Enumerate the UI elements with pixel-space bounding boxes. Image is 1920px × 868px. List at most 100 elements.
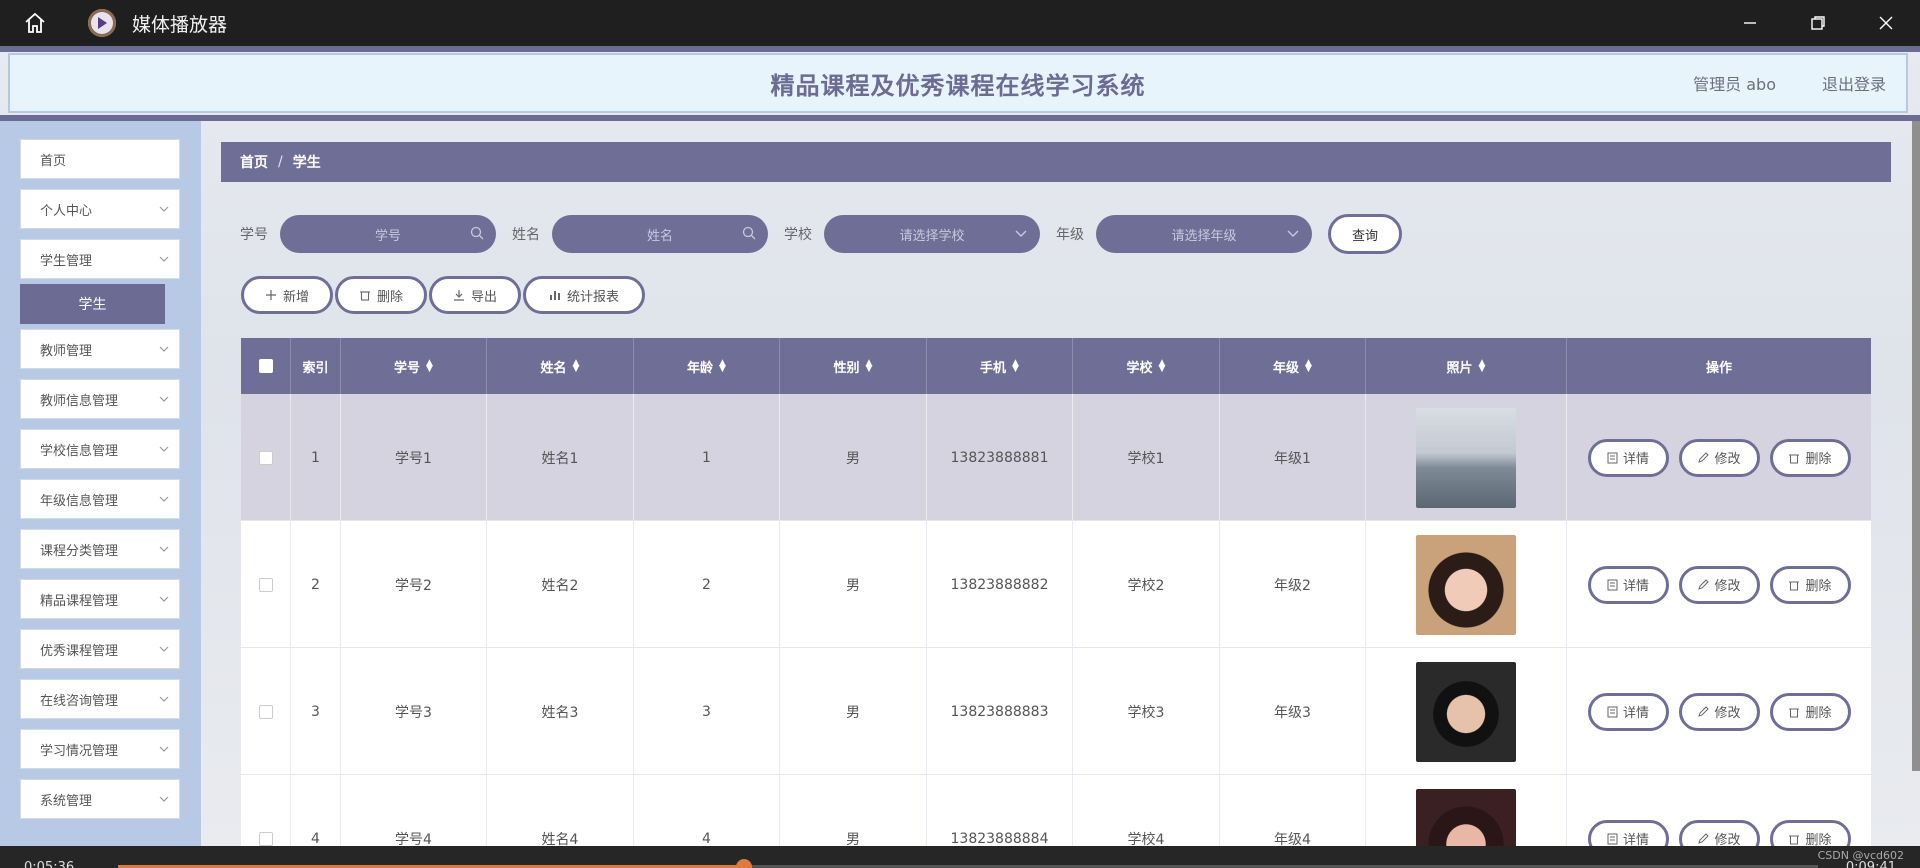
- student-photo[interactable]: [1416, 407, 1516, 508]
- chevron-down-icon: [159, 743, 169, 758]
- select-all-cell[interactable]: [241, 338, 291, 394]
- table-row[interactable]: 2 学号2 姓名2 2 男 13823888882 学校2 年级2 详情 修改 …: [241, 521, 1871, 648]
- chevron-down-icon: [159, 493, 169, 508]
- sidebar-item-teacher-info[interactable]: 教师信息管理: [20, 379, 180, 419]
- sidebar-item-label: 学习情况管理: [40, 743, 119, 759]
- sidebar-item-home[interactable]: 首页: [20, 139, 180, 179]
- row-checkbox[interactable]: [258, 450, 273, 465]
- row-delete-button[interactable]: 删除: [1769, 692, 1851, 731]
- grade-select[interactable]: 请选择年级: [1096, 215, 1312, 253]
- row-delete-button[interactable]: 删除: [1769, 565, 1851, 604]
- detail-button[interactable]: 详情: [1587, 819, 1669, 846]
- col-grade[interactable]: 年级 ▲ ▼: [1220, 338, 1366, 394]
- search-icon: [742, 226, 756, 244]
- plus-icon: [265, 289, 277, 301]
- add-button[interactable]: 新增: [241, 276, 333, 314]
- sort-icon: ▲ ▼: [1305, 358, 1312, 374]
- detail-button[interactable]: 详情: [1587, 565, 1669, 604]
- detail-button[interactable]: 详情: [1587, 692, 1669, 731]
- table-row[interactable]: 4 学号4 姓名4 4 男 13823888884 学校4 年级4 详情 修改 …: [241, 775, 1871, 846]
- breadcrumb-home[interactable]: 首页: [240, 152, 268, 172]
- detail-button[interactable]: 详情: [1587, 438, 1669, 477]
- sidebar-item-system[interactable]: 系统管理: [20, 779, 180, 819]
- cell-age: 3: [634, 648, 780, 775]
- sidebar: 首页 个人中心 学生管理 学生 教师管理 教师信息管理 学校信息管理 年级信息管…: [0, 121, 201, 846]
- col-xuehao[interactable]: 学号 ▲ ▼: [341, 338, 487, 394]
- xingming-input[interactable]: 姓名: [552, 215, 768, 253]
- school-select[interactable]: 请选择学校: [824, 215, 1040, 253]
- edit-button[interactable]: 修改: [1678, 692, 1760, 731]
- cell-xuehao: 学号4: [341, 775, 487, 846]
- edit-button[interactable]: 修改: [1678, 819, 1760, 846]
- query-button[interactable]: 查询: [1328, 214, 1402, 254]
- col-phone[interactable]: 手机 ▲ ▼: [927, 338, 1073, 394]
- sidebar-item-student-mgmt[interactable]: 学生管理: [20, 239, 180, 279]
- student-photo[interactable]: [1416, 534, 1516, 635]
- sidebar-item-label: 学生管理: [40, 253, 93, 269]
- sidebar-item-course-category[interactable]: 课程分类管理: [20, 529, 180, 569]
- sidebar-subitem-student[interactable]: 学生: [20, 284, 165, 324]
- minimize-button[interactable]: [1716, 0, 1784, 46]
- delete-button[interactable]: 删除: [335, 276, 427, 314]
- sidebar-item-label: 教师信息管理: [40, 393, 119, 409]
- sidebar-item-premium-course[interactable]: 精品课程管理: [20, 579, 180, 619]
- col-age[interactable]: 年龄 ▲ ▼: [634, 338, 780, 394]
- chevron-down-icon: [1286, 226, 1300, 244]
- sidebar-item-school-info[interactable]: 学校信息管理: [20, 429, 180, 469]
- col-label: 学校: [1126, 360, 1153, 376]
- cell-school: 学校1: [1073, 394, 1220, 521]
- xingming-placeholder: 姓名: [646, 228, 673, 244]
- sort-icon: ▲ ▼: [426, 358, 433, 374]
- select-all-checkbox[interactable]: [258, 359, 273, 373]
- sidebar-item-study-status[interactable]: 学习情况管理: [20, 729, 180, 769]
- media-player-titlebar: 媒体播放器: [0, 0, 1920, 46]
- sidebar-item-excellent-course[interactable]: 优秀课程管理: [20, 629, 180, 669]
- bar-chart-icon: [549, 289, 561, 301]
- sidebar-item-grade-info[interactable]: 年级信息管理: [20, 479, 180, 519]
- download-icon: [453, 289, 465, 301]
- col-label: 索引: [302, 360, 329, 376]
- sidebar-item-consult[interactable]: 在线咨询管理: [20, 679, 180, 719]
- logout-link[interactable]: 退出登录: [1822, 71, 1886, 95]
- row-checkbox[interactable]: [258, 831, 273, 846]
- breadcrumb: 首页 / 学生: [221, 142, 1891, 182]
- col-gender[interactable]: 性别 ▲ ▼: [780, 338, 927, 394]
- cell-grade: 年级2: [1220, 521, 1366, 648]
- trash-icon: [1788, 833, 1800, 845]
- xuehao-input[interactable]: 学号: [280, 215, 496, 253]
- elapsed-time: 0:05:36: [24, 860, 75, 868]
- nianji-label: 年级: [1056, 227, 1084, 243]
- page-scrollbar[interactable]: [1912, 121, 1920, 771]
- sidebar-item-label: 年级信息管理: [40, 493, 119, 509]
- chevron-down-icon: [159, 793, 169, 808]
- xuehao-placeholder: 学号: [374, 228, 401, 244]
- student-photo[interactable]: [1416, 661, 1516, 762]
- seek-handle[interactable]: [736, 859, 753, 868]
- detail-label: 详情: [1622, 706, 1649, 721]
- row-delete-button[interactable]: 删除: [1769, 819, 1851, 846]
- detail-label: 详情: [1622, 833, 1649, 846]
- restore-button[interactable]: [1784, 0, 1852, 46]
- sidebar-item-personal[interactable]: 个人中心: [20, 189, 180, 229]
- sidebar-item-teacher-mgmt[interactable]: 教师管理: [20, 329, 180, 369]
- student-photo[interactable]: [1416, 788, 1516, 846]
- table-row[interactable]: 3 学号3 姓名3 3 男 13823888883 学校3 年级3 详情 修改 …: [241, 648, 1871, 775]
- export-button[interactable]: 导出: [429, 276, 521, 314]
- home-icon[interactable]: [0, 0, 70, 46]
- delete-button-label: 删除: [376, 289, 403, 305]
- report-button[interactable]: 统计报表: [523, 276, 645, 314]
- row-checkbox[interactable]: [258, 577, 273, 592]
- detail-label: 详情: [1622, 452, 1649, 467]
- edit-button[interactable]: 修改: [1678, 438, 1760, 477]
- table-row[interactable]: 1 学号1 姓名1 1 男 13823888881 学校1 年级1 详情 修改 …: [241, 394, 1871, 521]
- col-xingming[interactable]: 姓名 ▲ ▼: [487, 338, 634, 394]
- xuexiao-label: 学校: [784, 227, 812, 243]
- cell-xuehao: 学号1: [341, 394, 487, 521]
- close-button[interactable]: [1852, 0, 1920, 46]
- row-delete-button[interactable]: 删除: [1769, 438, 1851, 477]
- edit-button[interactable]: 修改: [1678, 565, 1760, 604]
- col-school[interactable]: 学校 ▲ ▼: [1073, 338, 1220, 394]
- col-photo[interactable]: 照片 ▲ ▼: [1366, 338, 1567, 394]
- row-checkbox[interactable]: [258, 704, 273, 719]
- user-label: 管理员 abo: [1693, 75, 1776, 94]
